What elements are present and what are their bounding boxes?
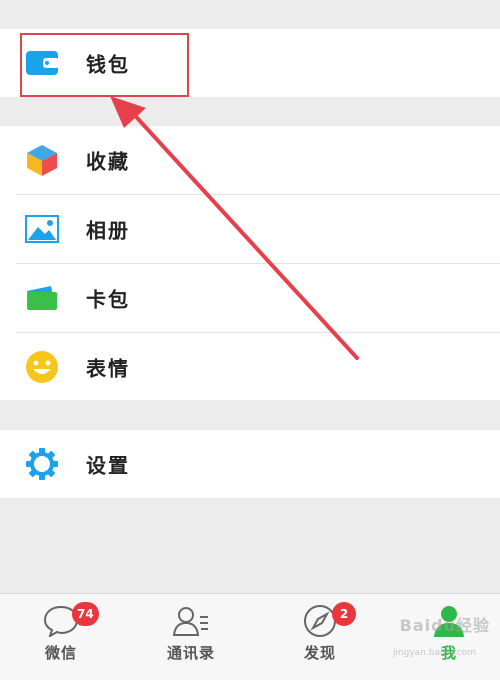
discover-badge: 2 bbox=[332, 602, 356, 626]
tab-label: 发现 bbox=[303, 644, 336, 662]
card-icon bbox=[24, 280, 60, 316]
chats-badge: 74 bbox=[72, 602, 99, 626]
tools-group: 收藏 相册 卡包 表情 bbox=[0, 126, 500, 400]
menu-item-album[interactable]: 相册 bbox=[0, 195, 500, 263]
tab-discover[interactable]: 2 发现 bbox=[275, 594, 365, 680]
tab-contacts[interactable]: 通讯录 bbox=[146, 594, 236, 680]
settings-group: 设置 bbox=[0, 430, 500, 498]
watermark: Baidu经验 bbox=[399, 616, 490, 635]
menu-item-label: 收藏 bbox=[86, 149, 130, 174]
cube-icon bbox=[24, 142, 60, 178]
tab-bar: 74 微信 通讯录 2 发现 我 bbox=[0, 593, 500, 680]
gear-icon bbox=[24, 446, 60, 482]
picture-icon bbox=[24, 211, 60, 247]
tab-label: 微信 bbox=[44, 644, 77, 662]
menu-item-settings[interactable]: 设置 bbox=[0, 430, 500, 498]
highlight-box bbox=[20, 33, 189, 97]
smiley-icon bbox=[24, 349, 60, 385]
menu-item-label: 设置 bbox=[86, 453, 130, 478]
menu-item-label: 表情 bbox=[86, 356, 130, 381]
menu-item-stickers[interactable]: 表情 bbox=[0, 333, 500, 401]
menu-item-label: 卡包 bbox=[86, 287, 130, 312]
tab-label: 通讯录 bbox=[166, 644, 215, 662]
menu-item-cards[interactable]: 卡包 bbox=[0, 264, 500, 332]
menu-item-favorites[interactable]: 收藏 bbox=[0, 126, 500, 194]
tab-me[interactable]: 我 bbox=[404, 594, 494, 680]
contacts-icon bbox=[171, 604, 211, 638]
watermark-url: jingyan.baidu.com bbox=[392, 648, 476, 658]
menu-item-label: 相册 bbox=[86, 218, 130, 243]
tab-chats[interactable]: 74 微信 bbox=[16, 594, 106, 680]
